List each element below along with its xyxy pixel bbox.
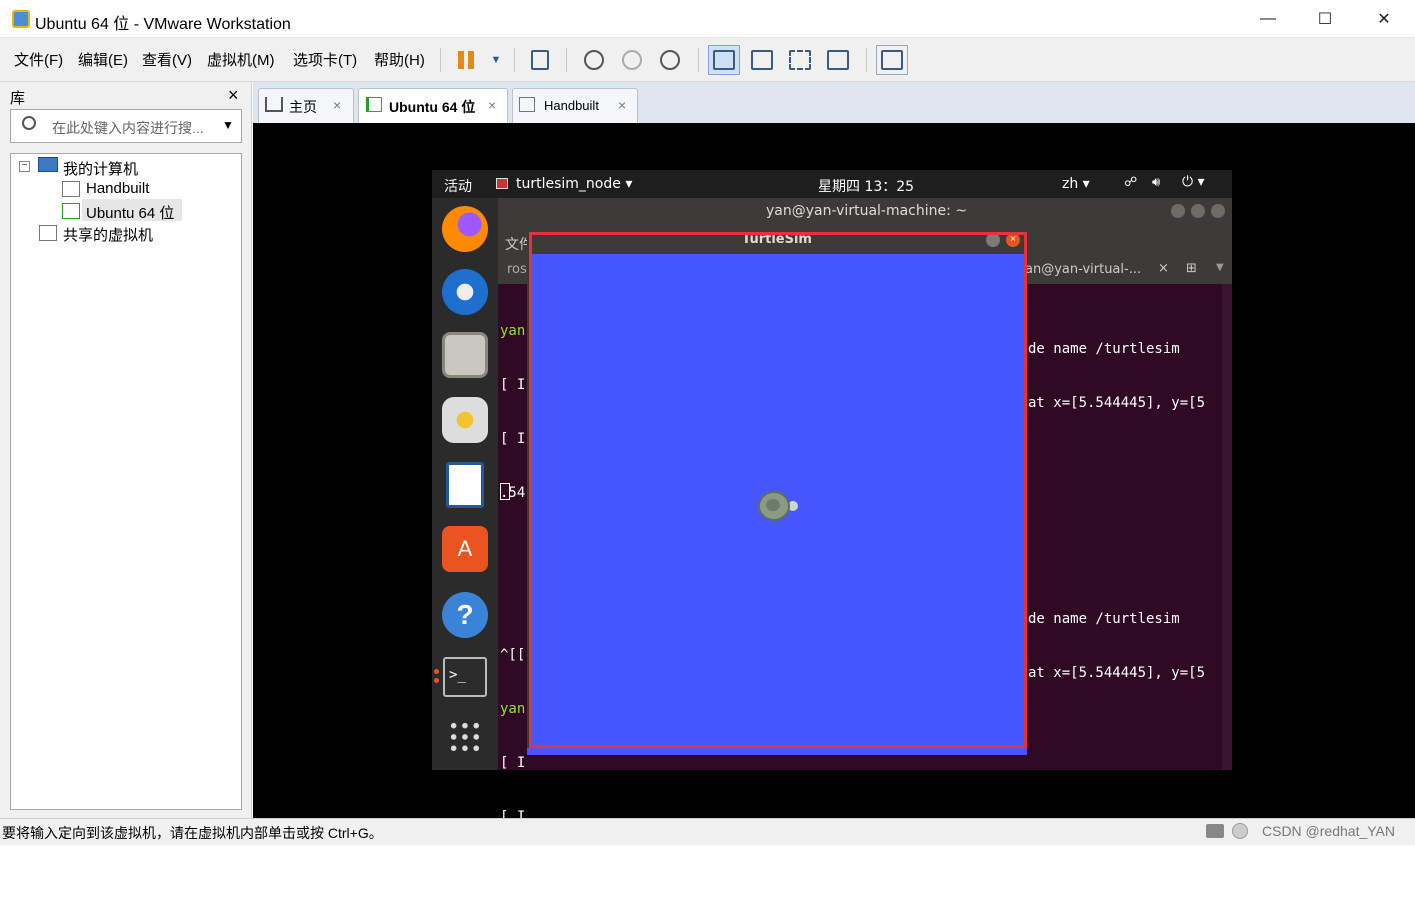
app-menu[interactable]: turtlesim_node ▾: [516, 176, 632, 192]
tab-handbuilt-close[interactable]: ×: [618, 97, 626, 113]
show-library-icon[interactable]: [708, 45, 740, 75]
terminal-close-icon[interactable]: [1211, 204, 1225, 218]
vm-icon: [519, 97, 535, 112]
snapshot-manager-icon[interactable]: [654, 45, 686, 75]
terminal-scrollbar[interactable]: [1222, 284, 1232, 770]
tree-my-computer[interactable]: 我的计算机: [63, 158, 138, 179]
clock[interactable]: 星期四 13：25: [818, 176, 914, 196]
menu-view[interactable]: 查看(V): [142, 49, 192, 70]
search-icon: [22, 116, 36, 130]
library-close-button[interactable]: ×: [228, 85, 239, 106]
menu-tabs[interactable]: 选项卡(T): [293, 49, 357, 70]
tab-home-label: 主页: [289, 99, 317, 115]
tree-shared-vms[interactable]: 共享的虚拟机: [63, 224, 153, 245]
menu-file[interactable]: 文件(F): [14, 49, 63, 70]
turtlesim-app-icon: [496, 178, 508, 189]
menu-edit[interactable]: 编辑(E): [78, 49, 128, 70]
tree-item-ubuntu[interactable]: Ubuntu 64 位: [86, 202, 174, 223]
vmware-app-icon: [12, 10, 30, 28]
terminal-line: de name /turtlesim: [1028, 611, 1180, 627]
tab-ubuntu-label: Ubuntu 64 位: [389, 99, 476, 115]
window-title: Ubuntu 64 位 - VMware Workstation: [35, 16, 291, 33]
network-icon[interactable]: ☍: [1124, 175, 1137, 190]
terminal-line: [ I: [500, 431, 526, 447]
search-placeholder: 在此处键入内容进行搜...: [52, 120, 204, 136]
terminal-line: .54: [500, 863, 526, 879]
terminal-title: yan@yan-virtual-machine: ~: [766, 203, 968, 219]
library-tree: [10, 153, 242, 810]
menu-vm[interactable]: 虚拟机(M): [207, 49, 275, 70]
terminal-line: ^[[: [500, 647, 526, 663]
terminal-line: yan: [500, 323, 526, 339]
cd-icon[interactable]: [1232, 823, 1248, 839]
terminal-tab-close[interactable]: ×: [1158, 261, 1169, 276]
running-indicator: [434, 669, 439, 674]
running-indicator: [434, 678, 439, 683]
software-icon[interactable]: A: [442, 526, 488, 572]
turtle-icon: [754, 487, 798, 525]
terminal-line: at x=[5.544445], y=[5: [1028, 665, 1206, 681]
vm-icon: [62, 181, 80, 197]
fullscreen-icon[interactable]: [784, 45, 816, 75]
close-button[interactable]: ✕: [1355, 0, 1413, 38]
terminal-tab-2[interactable]: an@yan-virtual-...: [1025, 262, 1141, 277]
collapse-icon[interactable]: −: [19, 161, 30, 172]
status-text: 要将输入定向到该虚拟机，请在虚拟机内部单击或按 Ctrl+G。: [2, 825, 383, 841]
show-apps-icon[interactable]: [448, 720, 482, 754]
menu-help[interactable]: 帮助(H): [374, 49, 425, 70]
unity-mode-icon[interactable]: [822, 45, 854, 75]
shared-vm-icon: [39, 225, 57, 241]
tree-item-handbuilt[interactable]: Handbuilt: [86, 180, 149, 197]
tab-handbuilt-label: Handbuilt: [544, 98, 599, 113]
minimize-button[interactable]: —: [1239, 0, 1297, 38]
chevron-down-icon[interactable]: ▼: [480, 45, 512, 75]
vm-running-icon: [62, 203, 80, 219]
search-dropdown-icon[interactable]: ▼: [222, 118, 234, 132]
writer-icon[interactable]: [446, 462, 484, 508]
terminal-cursor: [500, 483, 510, 500]
snapshot-restore-icon[interactable]: [616, 45, 648, 75]
computer-icon: [38, 157, 58, 172]
send-ctrl-alt-del-icon[interactable]: [524, 45, 556, 75]
turtlesim-bottom-edge: [527, 748, 1027, 755]
terminal-line: de name /turtlesim: [1028, 341, 1180, 357]
power-icon[interactable]: ⏻ ▾: [1182, 174, 1205, 190]
terminal-line: at x=[5.544445], y=[5: [1028, 395, 1206, 411]
home-icon: [265, 97, 283, 112]
terminal-maximize-icon[interactable]: [1191, 204, 1205, 218]
terminal-line: [ I: [500, 755, 526, 771]
terminal-line: yan: [500, 701, 526, 717]
new-tab-icon[interactable]: ⊞: [1186, 261, 1197, 276]
library-title: 库: [10, 90, 26, 107]
chevron-down-icon[interactable]: ▼: [1216, 262, 1224, 273]
help-icon[interactable]: ?: [442, 592, 488, 638]
hard-disk-icon[interactable]: [1206, 824, 1224, 838]
thumbnail-bar-icon[interactable]: [746, 45, 778, 75]
thunderbird-icon[interactable]: [442, 269, 488, 315]
rhythmbox-icon[interactable]: [442, 397, 488, 443]
console-view-icon[interactable]: [876, 45, 908, 75]
pause-icon[interactable]: [450, 45, 482, 75]
tab-home-close[interactable]: ×: [333, 97, 341, 113]
watermark: CSDN @redhat_YAN: [1262, 823, 1395, 839]
terminal-line: [ I: [500, 377, 526, 393]
snapshot-icon[interactable]: [578, 45, 610, 75]
maximize-button[interactable]: ☐: [1296, 0, 1354, 38]
terminal-tab-1[interactable]: ros: [507, 262, 527, 277]
firefox-icon[interactable]: [442, 206, 488, 252]
vm-running-icon: [366, 97, 382, 112]
terminal-output-left: yan [ I [ I .54 ^[[ yan [ I [ I .54: [500, 286, 525, 898]
input-language[interactable]: zh ▾: [1062, 176, 1090, 192]
files-icon[interactable]: [442, 332, 488, 378]
volume-icon[interactable]: 🔊︎: [1152, 175, 1160, 190]
terminal-minimize-icon[interactable]: [1171, 204, 1185, 218]
tab-ubuntu-close[interactable]: ×: [488, 97, 496, 113]
activities-button[interactable]: 活动: [444, 176, 472, 196]
terminal-output-right: de name /turtlesim at x=[5.544445], y=[5…: [1028, 304, 1205, 700]
terminal-icon[interactable]: >_: [443, 657, 487, 697]
